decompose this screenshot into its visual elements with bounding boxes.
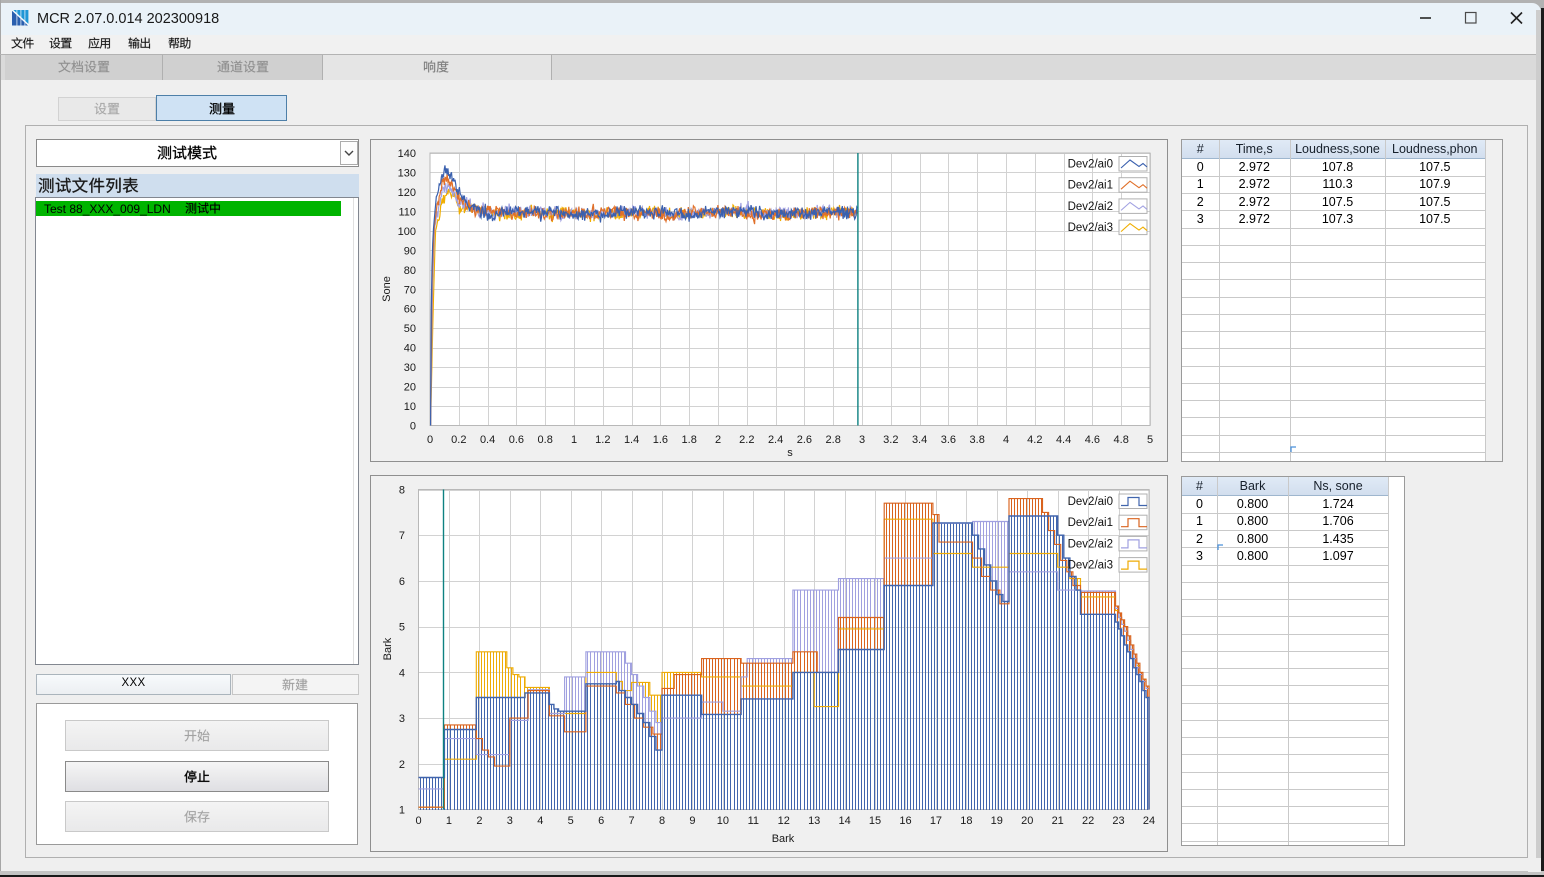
svg-text:23: 23 — [1112, 815, 1124, 827]
svg-text:Dev2/ai0: Dev2/ai0 — [1068, 159, 1113, 171]
svg-text:13: 13 — [808, 815, 820, 827]
svg-text:110: 110 — [398, 206, 416, 218]
svg-text:1.6: 1.6 — [653, 434, 668, 446]
svg-text:2.6: 2.6 — [797, 434, 812, 446]
svg-text:4: 4 — [399, 667, 405, 679]
svg-text:0.8: 0.8 — [538, 434, 553, 446]
svg-text:6: 6 — [598, 815, 604, 827]
svg-text:7: 7 — [399, 530, 405, 542]
svg-text:Dev2/ai1: Dev2/ai1 — [1068, 517, 1113, 529]
svg-text:80: 80 — [404, 265, 416, 277]
svg-text:8: 8 — [659, 815, 665, 827]
svg-text:8: 8 — [399, 485, 405, 497]
svg-text:40: 40 — [404, 343, 416, 355]
svg-text:140: 140 — [398, 148, 416, 160]
svg-text:18: 18 — [960, 815, 972, 827]
svg-text:s: s — [787, 447, 793, 459]
svg-text:Dev2/ai0: Dev2/ai0 — [1068, 496, 1113, 508]
svg-text:2: 2 — [399, 759, 405, 771]
svg-text:4.6: 4.6 — [1085, 434, 1100, 446]
svg-text:12: 12 — [778, 815, 790, 827]
svg-text:3.6: 3.6 — [941, 434, 956, 446]
svg-text:1.8: 1.8 — [682, 434, 697, 446]
svg-text:0: 0 — [410, 421, 416, 433]
svg-text:1: 1 — [446, 815, 452, 827]
svg-text:0.2: 0.2 — [451, 434, 466, 446]
svg-text:1: 1 — [571, 434, 577, 446]
svg-text:21: 21 — [1052, 815, 1064, 827]
svg-text:3: 3 — [399, 713, 405, 725]
svg-text:120: 120 — [398, 187, 416, 199]
svg-text:5: 5 — [1147, 434, 1153, 446]
svg-text:130: 130 — [398, 167, 416, 179]
svg-text:Dev2/ai1: Dev2/ai1 — [1068, 180, 1113, 192]
svg-text:Sone: Sone — [381, 276, 393, 302]
svg-text:20: 20 — [404, 382, 416, 394]
svg-text:10: 10 — [404, 401, 416, 413]
svg-text:60: 60 — [404, 304, 416, 316]
svg-text:5: 5 — [399, 622, 405, 634]
svg-text:1.2: 1.2 — [595, 434, 610, 446]
svg-text:4.4: 4.4 — [1056, 434, 1071, 446]
svg-text:15: 15 — [869, 815, 881, 827]
svg-text:70: 70 — [404, 284, 416, 296]
svg-text:6: 6 — [399, 576, 405, 588]
svg-text:20: 20 — [1021, 815, 1033, 827]
svg-text:4: 4 — [1003, 434, 1009, 446]
svg-text:2.2: 2.2 — [739, 434, 754, 446]
svg-text:30: 30 — [404, 362, 416, 374]
svg-text:0: 0 — [427, 434, 433, 446]
svg-text:Bark: Bark — [382, 637, 394, 660]
svg-text:0.6: 0.6 — [509, 434, 524, 446]
svg-text:3.4: 3.4 — [912, 434, 927, 446]
svg-text:Dev2/ai2: Dev2/ai2 — [1068, 538, 1113, 550]
svg-text:1.4: 1.4 — [624, 434, 639, 446]
svg-text:16: 16 — [899, 815, 911, 827]
svg-text:19: 19 — [991, 815, 1003, 827]
svg-text:90: 90 — [404, 245, 416, 257]
svg-text:11: 11 — [748, 815, 759, 827]
svg-text:100: 100 — [398, 226, 416, 238]
svg-text:17: 17 — [930, 815, 942, 827]
svg-text:9: 9 — [689, 815, 695, 827]
svg-text:50: 50 — [404, 323, 416, 335]
svg-text:14: 14 — [839, 815, 851, 827]
svg-text:2: 2 — [715, 434, 721, 446]
svg-text:22: 22 — [1082, 815, 1094, 827]
svg-text:5: 5 — [568, 815, 574, 827]
svg-text:2.8: 2.8 — [826, 434, 841, 446]
svg-text:7: 7 — [628, 815, 634, 827]
svg-text:4.2: 4.2 — [1027, 434, 1042, 446]
svg-text:0.4: 0.4 — [480, 434, 495, 446]
svg-text:4.8: 4.8 — [1114, 434, 1129, 446]
svg-text:24: 24 — [1143, 815, 1155, 827]
svg-text:2: 2 — [476, 815, 482, 827]
svg-text:3.2: 3.2 — [883, 434, 898, 446]
svg-text:2.4: 2.4 — [768, 434, 783, 446]
svg-text:Dev2/ai2: Dev2/ai2 — [1068, 201, 1113, 213]
svg-text:3: 3 — [507, 815, 513, 827]
svg-text:1: 1 — [399, 805, 405, 817]
svg-text:Bark: Bark — [772, 833, 795, 845]
svg-text:3.8: 3.8 — [970, 434, 985, 446]
svg-text:4: 4 — [537, 815, 543, 827]
svg-text:3: 3 — [859, 434, 865, 446]
svg-text:10: 10 — [717, 815, 729, 827]
svg-text:0: 0 — [415, 815, 421, 827]
svg-text:Dev2/ai3: Dev2/ai3 — [1068, 560, 1113, 572]
svg-text:Dev2/ai3: Dev2/ai3 — [1068, 222, 1113, 234]
